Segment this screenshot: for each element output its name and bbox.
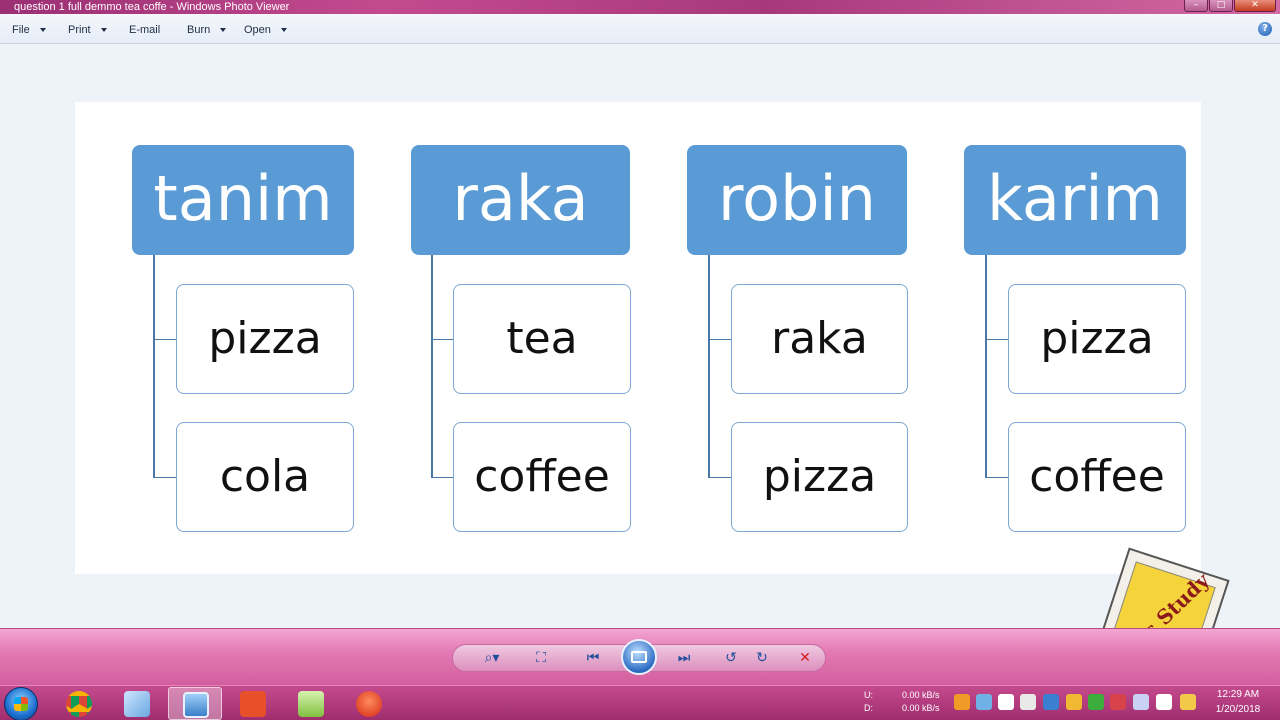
connector-line (431, 477, 454, 478)
photo-viewer-icon (183, 692, 209, 718)
group-item: tea (453, 284, 631, 394)
window-controls: – □ ✕ (1184, 0, 1276, 12)
connector-line (708, 477, 731, 478)
tray-network-icon[interactable] (976, 694, 992, 710)
connector-line (153, 339, 176, 340)
previous-icon[interactable]: ⏮ (581, 648, 605, 668)
taskbar-app-chrome[interactable] (52, 687, 106, 720)
chevron-down-icon (280, 28, 287, 33)
tray-drive-icon[interactable] (1066, 694, 1082, 710)
window-title: question 1 full demmo tea coffe - Window… (14, 1, 290, 13)
menu-email-label: E-mail (129, 24, 161, 36)
fit-window-icon[interactable]: ⛶ (529, 648, 553, 668)
menu-burn[interactable]: Burn (187, 14, 227, 44)
download-speed: 0.00 kB/s (902, 703, 940, 713)
windows-logo-icon (14, 697, 28, 711)
owl-icon (356, 691, 382, 717)
tray-sync-icon[interactable] (1043, 694, 1059, 710)
connector-line (153, 477, 176, 478)
taskbar-app-explorer[interactable] (110, 687, 164, 720)
folder-icon (124, 691, 150, 717)
close-button[interactable]: ✕ (1234, 0, 1276, 12)
chrome-icon (66, 691, 92, 717)
group-item: coffee (453, 422, 631, 532)
taskbar-app-messenger[interactable] (342, 687, 396, 720)
photo-viewer-area: tanim pizza cola raka tea coffee robin r… (0, 45, 1280, 628)
connector-line (431, 255, 433, 478)
connector-line (985, 477, 1008, 478)
start-button[interactable] (4, 687, 38, 720)
clock-time[interactable]: 12:29 AM (1208, 689, 1268, 700)
connector-line (153, 255, 155, 478)
displayed-photo: tanim pizza cola raka tea coffee robin r… (75, 102, 1201, 574)
menu-open[interactable]: Open (244, 14, 287, 44)
menu-burn-label: Burn (187, 24, 211, 36)
tray-check-icon[interactable] (1088, 694, 1104, 710)
taskbar-app-photo-viewer[interactable] (168, 687, 222, 720)
connector-line (431, 339, 454, 340)
delete-icon[interactable]: ✕ (793, 648, 817, 668)
group-item: raka (731, 284, 908, 394)
rotate-counterclockwise-icon[interactable]: ↺ (719, 648, 743, 668)
connector-line (708, 339, 731, 340)
volume-icon[interactable] (1020, 694, 1036, 710)
group-item: pizza (176, 284, 354, 394)
taskbar-app-camtasia[interactable] (226, 687, 280, 720)
chevron-down-icon (220, 28, 227, 33)
group-item: pizza (1008, 284, 1186, 394)
group-item: pizza (731, 422, 908, 532)
group-header: robin (687, 145, 907, 255)
menu-email[interactable]: E-mail (129, 14, 160, 44)
menu-file-label: File (12, 24, 30, 36)
chevron-down-icon (39, 28, 46, 33)
download-label: D: (864, 703, 873, 713)
tray-app-icon[interactable] (954, 694, 970, 710)
connector-line (985, 339, 1008, 340)
group-header: karim (964, 145, 1186, 255)
upload-label: U: (864, 690, 873, 700)
group-item: coffee (1008, 422, 1186, 532)
tray-power-icon[interactable] (1180, 694, 1196, 710)
menu-open-label: Open (244, 24, 271, 36)
help-icon[interactable]: ? (1258, 22, 1272, 36)
taskbar-app-editor[interactable] (284, 687, 338, 720)
connector-line (708, 255, 710, 478)
group-header: raka (411, 145, 630, 255)
menu-print[interactable]: Print (68, 14, 107, 44)
notepad-icon (298, 691, 324, 717)
minimize-button[interactable]: – (1184, 0, 1208, 12)
slideshow-button[interactable] (621, 639, 657, 675)
menu-file[interactable]: File (12, 14, 46, 44)
upload-speed: 0.00 kB/s (902, 690, 940, 700)
group-item: cola (176, 422, 354, 532)
slideshow-icon (631, 651, 647, 663)
group-header: tanim (132, 145, 354, 255)
tray-pen-icon[interactable] (1133, 694, 1149, 710)
clock-date[interactable]: 1/20/2018 (1208, 704, 1268, 715)
menu-print-label: Print (68, 24, 91, 36)
rotate-clockwise-icon[interactable]: ↻ (750, 648, 774, 668)
next-icon[interactable]: ⏭ (672, 648, 696, 668)
maximize-button[interactable]: □ (1209, 0, 1233, 12)
menu-bar: File Print E-mail Burn Open ? (0, 14, 1280, 44)
title-bar: question 1 full demmo tea coffe - Window… (0, 0, 1280, 14)
chevron-down-icon (100, 28, 107, 33)
zoom-icon[interactable]: ⌕▾ (478, 648, 506, 668)
connector-line (985, 255, 987, 478)
tray-flag-icon[interactable] (1156, 694, 1172, 710)
camtasia-icon (240, 691, 266, 717)
tray-shield-icon[interactable] (1110, 694, 1126, 710)
tray-device-icon[interactable] (998, 694, 1014, 710)
